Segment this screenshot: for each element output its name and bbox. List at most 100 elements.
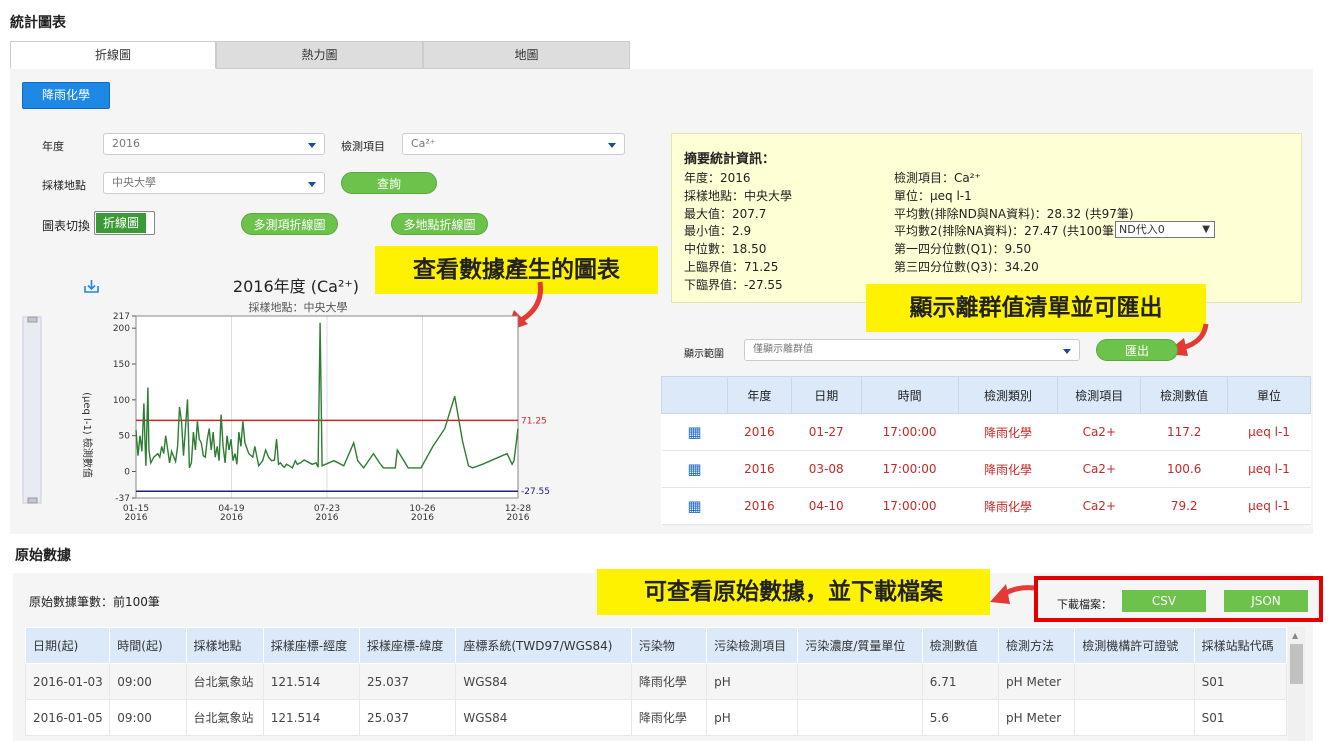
year-select[interactable]: 2016 [103,133,325,155]
callout-outlier: 顯示離群值清單並可匯出 [866,284,1206,332]
item-select[interactable]: Ca²⁺ [402,133,625,155]
col-lon: 採樣座標-經度 [262,627,361,664]
table-row: 2016-01-03 09:00 台北氣象站 121.514 25.037 WGS84 降雨… [24,663,1288,700]
col-site: 採樣地點 [185,627,264,664]
nd-select[interactable]: ND代入0 ▼ [1115,221,1215,238]
edit-icon[interactable]: ▦ [661,450,728,488]
range-label: 顯示範圍 [684,349,724,360]
cell: 04-10 [791,487,862,525]
cell: WGS84 [455,699,632,736]
summary-left-0: 年度：2016 [684,171,751,185]
cell: 2016 [727,450,792,488]
x-tick-year: 2016 [125,513,148,523]
y-tick-label: 200 [113,324,130,334]
category-button[interactable]: 降雨化學 [22,82,110,109]
cell: Ca2+ [1057,450,1141,488]
cell: pH Meter [998,663,1076,700]
col-value: 檢測數值 [1140,376,1229,414]
cell: pH [706,663,799,700]
slider-top-handle[interactable] [27,316,38,323]
cell: 台北氣象站 [185,663,264,700]
cell: 17:00:00 [861,450,959,488]
chart-switch[interactable]: 折線圖 [94,211,155,235]
col-unit: 污染濃度/質量單位 [797,627,923,664]
x-tick-year: 2016 [507,513,530,523]
summary-right-4: 第一四分位數(Q1)：9.50 [894,242,1032,256]
site-select[interactable]: 中央大學 [103,172,325,194]
summary-title: 摘要統計資訊： [684,152,776,167]
col-item: 檢測項目 [1057,376,1142,414]
download-icon[interactable] [83,280,99,294]
callout-raw: 可查看原始數據，並下載檔案 [597,569,990,615]
cell: 降雨化學 [630,699,708,736]
dropdown-arrow-icon: ▼ [1202,224,1210,235]
chevron-down-icon [1063,349,1071,354]
cell: 台北氣象站 [185,699,264,736]
cell [797,699,923,736]
export-button[interactable]: 匯出 [1096,339,1178,361]
cell [1074,663,1195,700]
chart-title: 2016年度 (Ca²⁺) [233,277,359,296]
cell: WGS84 [455,663,632,700]
chevron-down-icon [308,143,316,148]
cell: 5.6 [921,699,1000,736]
summary-left-1: 採樣地點：中央大學 [684,189,793,203]
slider-track [22,316,42,504]
raw-scrollbar[interactable]: ▲ [1288,627,1305,741]
col-value: 檢測數值 [921,627,1000,664]
tab-map[interactable]: 地圖 [423,41,630,69]
cell: 03-08 [791,450,862,488]
cell: 17:00:00 [861,413,959,451]
y-tick-label: -37 [115,494,130,504]
cell: μeq l-1 [1227,487,1311,525]
lower-bound-label: -27.55 [521,487,550,497]
summary-box: 摘要統計資訊： 年度：2016 採樣地點：中央大學 最大值：207.7 最小值：… [671,133,1302,303]
scroll-thumb[interactable] [1290,644,1303,684]
chart-svg: 2016年度 (Ca²⁺) 採樣地點：中央大學 (μeq l-1) 檢測數值 0… [22,277,550,523]
y-tick-label: 100 [113,396,130,406]
cell: 79.2 [1140,487,1228,525]
outlier-table: 年度 日期 時間 檢測類別 檢測項目 檢測數值 單位 ▦ 2016 01-27 17… [661,376,1311,525]
cell: S01 [1193,699,1288,736]
csv-button[interactable]: CSV [1122,590,1206,612]
summary-left-6: 下臨界值：-27.55 [684,278,783,292]
range-slider[interactable] [22,316,42,504]
scroll-up-icon[interactable]: ▲ [1292,631,1298,640]
range-select[interactable]: 僅顯示離群值 [744,339,1080,361]
edit-icon[interactable]: ▦ [661,413,728,451]
multi-item-button[interactable]: 多測項折線圖 [241,213,338,235]
cell: 121.514 [262,699,361,736]
slider-bottom-handle[interactable] [27,497,38,504]
query-button[interactable]: 查詢 [341,172,437,194]
multi-site-button[interactable]: 多地點折線圖 [391,213,488,235]
cell: 2016 [727,413,792,451]
edit-icon[interactable]: ▦ [661,487,728,525]
table-row: ▦ 2016 01-27 17:00:00 降雨化學 Ca2+ 117.2 μeq l-1 [661,413,1311,451]
chart-subtitle: 採樣地點：中央大學 [249,300,348,314]
cell: 25.037 [359,663,457,700]
cell: 2016-01-03 [24,663,111,700]
cell: μeq l-1 [1227,413,1311,451]
summary-right-0: 檢測項目：Ca²⁺ [894,171,981,185]
col-pollutant: 污染物 [630,627,708,664]
arrow-icon [990,584,1035,604]
table-row: ▦ 2016 03-08 17:00:00 降雨化學 Ca2+ 100.6 μeq l-1 [661,450,1311,488]
y-tick-label: 50 [119,432,131,442]
col-date: 日期 [790,376,862,414]
switch-on-label: 折線圖 [96,213,146,233]
switch-label: 圖表切換 [42,219,91,233]
summary-right-1: 單位：μeq l-1 [894,189,972,203]
cell: 09:00 [109,699,187,736]
x-tick-year: 2016 [316,513,339,523]
y-tick-label: 150 [113,360,130,370]
col-station-code: 採樣站點代碼 [1193,627,1288,664]
tab-heatmap[interactable]: 熱力圖 [216,41,423,69]
json-button[interactable]: JSON [1224,590,1308,612]
tab-line-chart[interactable]: 折線圖 [10,41,216,69]
cell: 降雨化學 [630,663,708,700]
cell: S01 [1193,663,1288,700]
x-tick-year: 2016 [411,513,434,523]
summary-left-2: 最大值：207.7 [684,207,767,221]
col-time: 時間 [860,376,959,414]
col-coord-sys: 座標系統(TWD97/WGS84) [455,627,632,664]
